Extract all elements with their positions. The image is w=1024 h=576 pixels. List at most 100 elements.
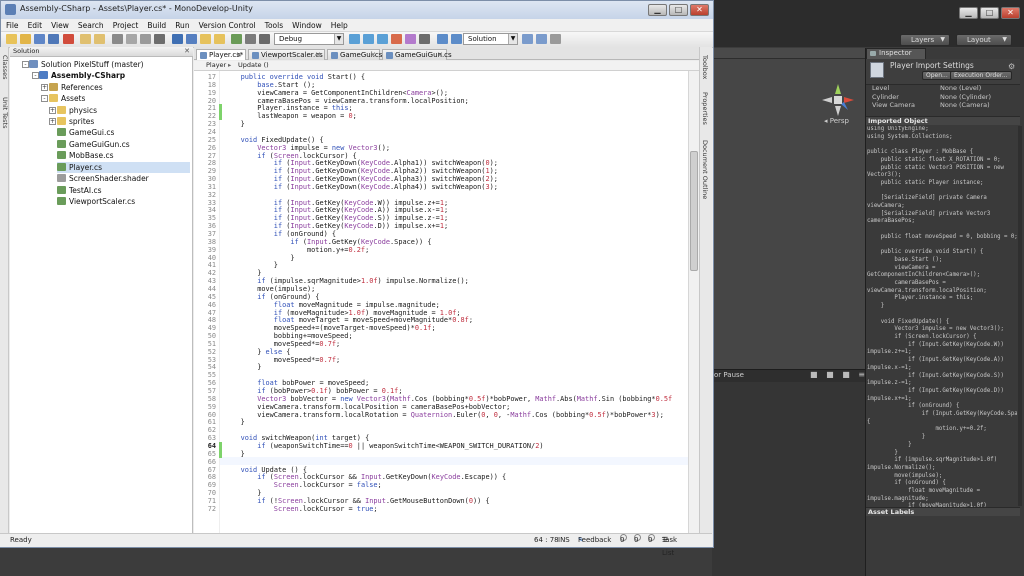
code-line[interactable]: 70 } xyxy=(194,489,688,497)
code-text[interactable]: } xyxy=(224,363,261,371)
code-line[interactable]: 72 Screen.lockCursor = true; xyxy=(194,505,688,513)
tree-file-mobbase[interactable]: MobBase.cs xyxy=(57,150,114,161)
code-line[interactable]: 28 if (Input.GetKeyDown(KeyCode.Alpha1))… xyxy=(194,159,688,167)
scene-gizmo-icon[interactable] xyxy=(818,80,858,120)
menu-project[interactable]: Project xyxy=(108,19,143,31)
tree-folder-sprites[interactable]: sprites xyxy=(57,116,94,127)
code-line[interactable]: 22 lastWeapon = weapon = 0; xyxy=(194,112,688,120)
menu-search[interactable]: Search xyxy=(73,19,108,31)
pause-icon[interactable] xyxy=(259,34,270,44)
tab-unit-tests[interactable]: Unit Tests xyxy=(1,97,9,128)
run-icon[interactable] xyxy=(231,34,242,44)
code-text[interactable]: if (Input.GetKeyDown(KeyCode.Alpha3)) sw… xyxy=(224,175,498,183)
open-button[interactable]: Open... xyxy=(922,71,952,80)
code-text[interactable]: } xyxy=(224,489,261,497)
rebuild-icon[interactable] xyxy=(214,34,225,44)
code-text[interactable]: moveSpeed*=0.7f; xyxy=(224,356,340,364)
code-text[interactable]: if (Input.GetKey(KeyCode.A)) impulse.x-=… xyxy=(224,206,448,214)
tree-project-assembly-csharp[interactable]: Assembly-CSharp xyxy=(39,70,125,81)
code-line[interactable]: 38 if (Input.GetKey(KeyCode.Space)) { xyxy=(194,238,688,246)
close-tab-icon[interactable]: ✕ xyxy=(370,50,376,60)
tab-toolbox[interactable]: Toolbox xyxy=(701,55,709,79)
menu-help[interactable]: Help xyxy=(326,19,352,31)
code-text[interactable]: Vector3 impulse = new Vector3(); xyxy=(224,144,390,152)
code-line[interactable]: 36 if (Input.GetKey(KeyCode.D)) impulse.… xyxy=(194,222,688,230)
close-tab-icon[interactable]: ✕ xyxy=(236,50,242,60)
inspector-scrollbar[interactable] xyxy=(1018,126,1022,506)
code-text[interactable]: float bobPower = moveSpeed; xyxy=(224,379,369,387)
code-line[interactable]: 21 Player.instance = this; xyxy=(194,104,688,112)
code-text[interactable]: viewCamera.transform.localRotation = Qua… xyxy=(224,411,664,419)
execution-order-button[interactable]: Execution Order... xyxy=(950,71,1012,80)
code-text[interactable]: } xyxy=(224,418,245,426)
code-line[interactable]: 71 if (!Screen.lockCursor && Input.GetMo… xyxy=(194,497,688,505)
code-line[interactable]: 49 moveSpeed+=(moveTarget-moveSpeed)*0.1… xyxy=(194,324,688,332)
code-text[interactable]: bobbing+=moveSpeed; xyxy=(224,332,353,340)
asset-labels-header[interactable]: Asset Labels xyxy=(866,507,1020,516)
new-file-icon[interactable] xyxy=(6,34,17,44)
minimize-button[interactable]: ▁ xyxy=(648,4,667,16)
menu-version-control[interactable]: Version Control xyxy=(194,19,260,31)
code-line[interactable]: 17 public override void Start() { xyxy=(194,73,688,81)
code-text[interactable]: lastWeapon = weapon = 0; xyxy=(224,112,357,120)
code-text[interactable]: if (Input.GetKey(KeyCode.W)) impulse.z+=… xyxy=(224,199,448,207)
code-text[interactable]: Vector3 bobVector = new Vector3(Mathf.Co… xyxy=(224,395,672,403)
close-tab-icon[interactable]: ✕ xyxy=(437,50,443,60)
navigate-forward-icon[interactable] xyxy=(451,34,462,44)
collapse-toggle[interactable]: - xyxy=(22,61,29,68)
expand-toggle[interactable]: + xyxy=(41,84,48,91)
menu-window[interactable]: Window xyxy=(287,19,326,31)
tab-viewportscaler-cs[interactable]: ViewportScaler.cs ✕ xyxy=(248,49,325,60)
tree-file-screenshader[interactable]: ScreenShader.shader xyxy=(57,173,149,184)
code-line[interactable]: 57 if (bobPower>0.1f) bobPower = 0.1f; xyxy=(194,387,688,395)
code-line[interactable]: 62 xyxy=(194,426,688,434)
code-line[interactable]: 30 if (Input.GetKeyDown(KeyCode.Alpha3))… xyxy=(194,175,688,183)
layout-dropdown[interactable]: Layout ▼ xyxy=(956,34,1012,46)
unity-maximize-button[interactable]: □ xyxy=(980,7,999,19)
maximize-button[interactable]: □ xyxy=(669,4,688,16)
menu-tools[interactable]: Tools xyxy=(260,19,287,31)
find-next-icon[interactable] xyxy=(522,34,533,44)
code-text[interactable]: moveSpeed*=0.7f; xyxy=(224,340,340,348)
code-text[interactable]: float moveTarget = moveSpeed+moveMagnitu… xyxy=(224,316,473,324)
tab-gamegui-cs[interactable]: GameGui.cs ✕ xyxy=(327,49,382,60)
breakpoint-icon[interactable] xyxy=(405,34,416,44)
code-line[interactable]: 29 if (Input.GetKeyDown(KeyCode.Alpha2))… xyxy=(194,167,688,175)
code-line[interactable]: 40 } xyxy=(194,254,688,262)
code-text[interactable]: } xyxy=(224,269,261,277)
code-line[interactable]: 54 } xyxy=(194,363,688,371)
menu-edit[interactable]: Edit xyxy=(23,19,47,31)
prop-cylinder-field[interactable]: None (Cylinder) xyxy=(940,93,991,101)
code-text[interactable]: if (impulse.sqrMagnitude>1.0f) impulse.N… xyxy=(224,277,469,285)
code-text[interactable]: } xyxy=(224,254,294,262)
code-text[interactable]: viewCamera.transform.localPosition = cam… xyxy=(224,403,510,411)
code-text[interactable]: if (Input.GetKey(KeyCode.D)) impulse.x+=… xyxy=(224,222,448,230)
tab-classes[interactable]: Classes xyxy=(1,55,9,80)
code-text[interactable]: if (onGround) { xyxy=(224,293,319,301)
code-text[interactable]: } xyxy=(224,120,245,128)
code-line[interactable]: 64 if (weaponSwitchTime==0 || weaponSwit… xyxy=(194,442,688,450)
delete-icon[interactable] xyxy=(154,34,165,44)
code-text[interactable]: if (bobPower>0.1f) bobPower = 0.1f; xyxy=(224,387,402,395)
code-line[interactable]: 23 } xyxy=(194,120,688,128)
code-line[interactable]: 59 viewCamera.transform.localPosition = … xyxy=(194,403,688,411)
code-line[interactable]: 34 if (Input.GetKey(KeyCode.A)) impulse.… xyxy=(194,206,688,214)
layers-dropdown[interactable]: Layers ▼ xyxy=(900,34,950,46)
menu-view[interactable]: View xyxy=(46,19,73,31)
code-text[interactable]: if (Input.GetKey(KeyCode.S)) impulse.z-=… xyxy=(224,214,448,222)
code-line[interactable]: 45 if (onGround) { xyxy=(194,293,688,301)
expand-toggle[interactable]: + xyxy=(49,118,56,125)
close-icon[interactable]: ✕ xyxy=(184,47,190,56)
menu-file[interactable]: File xyxy=(1,19,23,31)
code-text[interactable]: moveSpeed+=(moveTarget-moveSpeed)*0.1f; xyxy=(224,324,436,332)
tab-gameguigun-cs[interactable]: GameGuiGun.cs ✕ xyxy=(382,49,452,60)
code-text[interactable]: public override void Start() { xyxy=(224,73,365,81)
tree-folder-references[interactable]: References xyxy=(49,82,103,93)
code-line[interactable]: 53 moveSpeed*=0.7f; xyxy=(194,356,688,364)
code-line[interactable]: 56 float bobPower = moveSpeed; xyxy=(194,379,688,387)
code-line[interactable]: 44 move(impulse); xyxy=(194,285,688,293)
gear-icon[interactable]: ⚙ xyxy=(1008,62,1015,71)
code-text[interactable]: float moveMagnitude = impulse.magnitude; xyxy=(224,301,440,309)
code-text[interactable]: viewCamera = GetComponentInChildren<Came… xyxy=(224,89,448,97)
code-line[interactable]: 24 xyxy=(194,128,688,136)
